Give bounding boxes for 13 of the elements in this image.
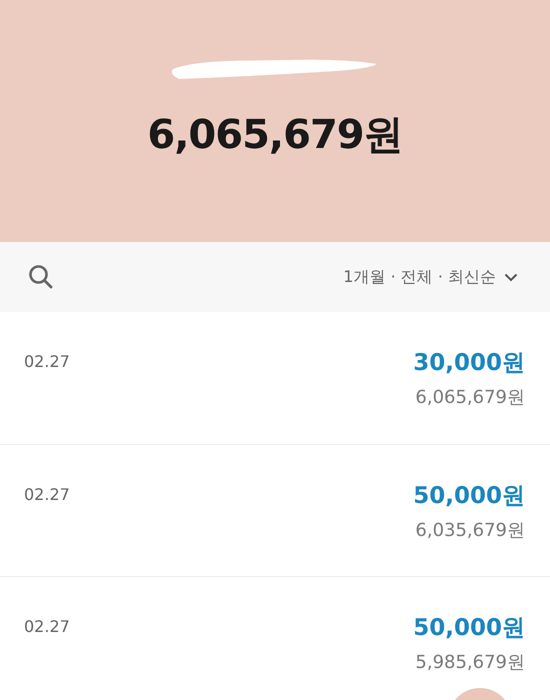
transaction-amount: 50,000원 [413,482,525,511]
filter-dropdown[interactable]: 1개월 · 전체 · 최신순 [343,265,518,289]
transaction-date: 02.27 [24,351,70,373]
balance-after: 6,035,679원 [415,519,525,543]
transaction-amount: 50,000원 [413,614,525,643]
search-icon[interactable] [28,264,54,290]
transaction-date: 02.27 [24,484,70,506]
balance-after: 5,985,679원 [415,651,525,675]
chevron-down-icon [504,272,518,282]
transaction-date: 02.27 [24,616,70,638]
balance-after: 6,065,679원 [415,386,525,410]
transaction-amount: 30,000원 [413,349,525,378]
account-balance: 6,065,679원 [147,111,403,160]
